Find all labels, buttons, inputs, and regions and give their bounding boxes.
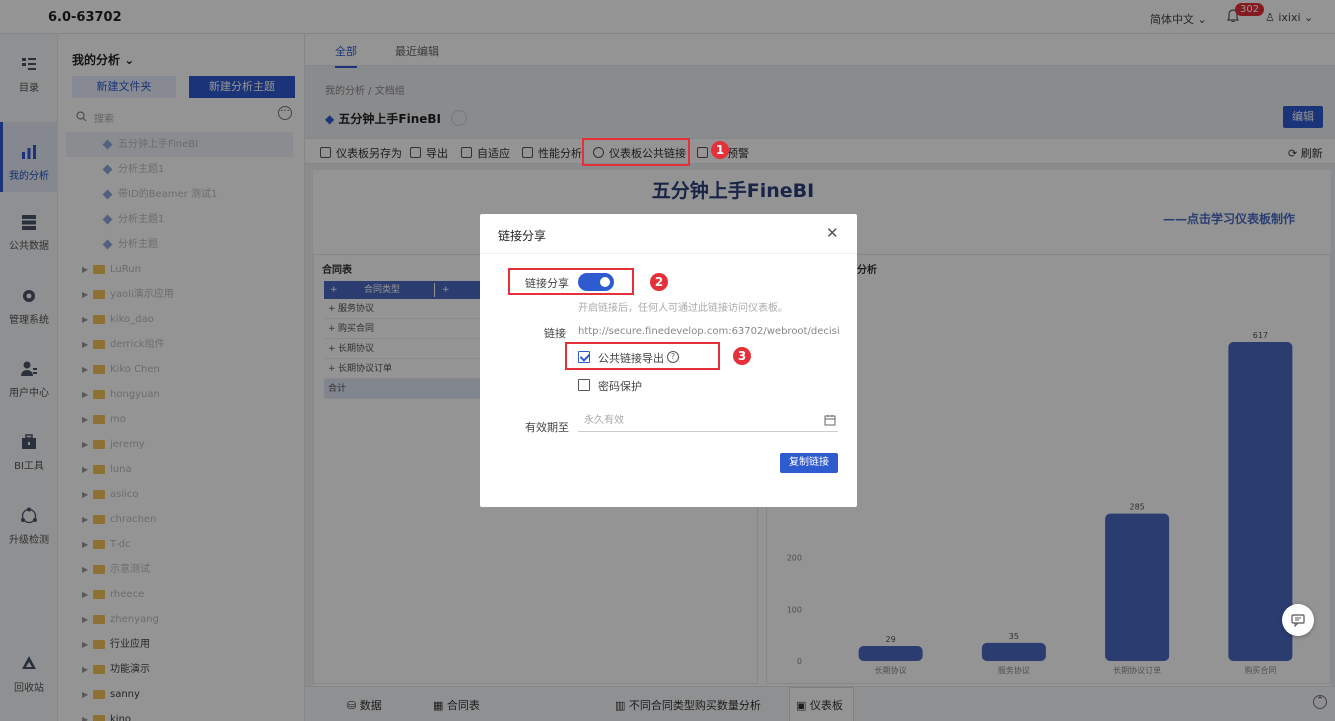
annotation-marker-1: 1 (711, 141, 729, 159)
password-label: 密码保护 (598, 380, 642, 393)
annotation-marker-3: 3 (733, 347, 751, 365)
annotation-box-3 (565, 342, 720, 370)
calendar-icon[interactable] (824, 414, 836, 426)
link-label: 链接 (544, 327, 566, 340)
password-checkbox[interactable] (578, 379, 590, 391)
expire-date-input[interactable]: 永久有效 (578, 412, 838, 432)
share-hint: 开启链接后，任何人可通过此链接访问仪表板。 (578, 303, 788, 314)
dialog-title: 链接分享 (498, 229, 547, 243)
annotation-box-1 (582, 138, 690, 166)
chat-icon (1291, 614, 1305, 627)
expire-label: 有效期至 (525, 421, 569, 434)
close-icon[interactable]: ✕ (826, 224, 839, 242)
annotation-box-2 (508, 268, 634, 295)
chat-button[interactable] (1282, 604, 1314, 636)
dialog-header: 链接分享 ✕ (480, 214, 857, 254)
link-value[interactable]: http://secure.finedevelop.com:63702/webr… (578, 326, 840, 337)
copy-link-button[interactable]: 复制链接 (780, 453, 838, 473)
expire-placeholder: 永久有效 (584, 415, 624, 426)
annotation-marker-2: 2 (650, 273, 668, 291)
